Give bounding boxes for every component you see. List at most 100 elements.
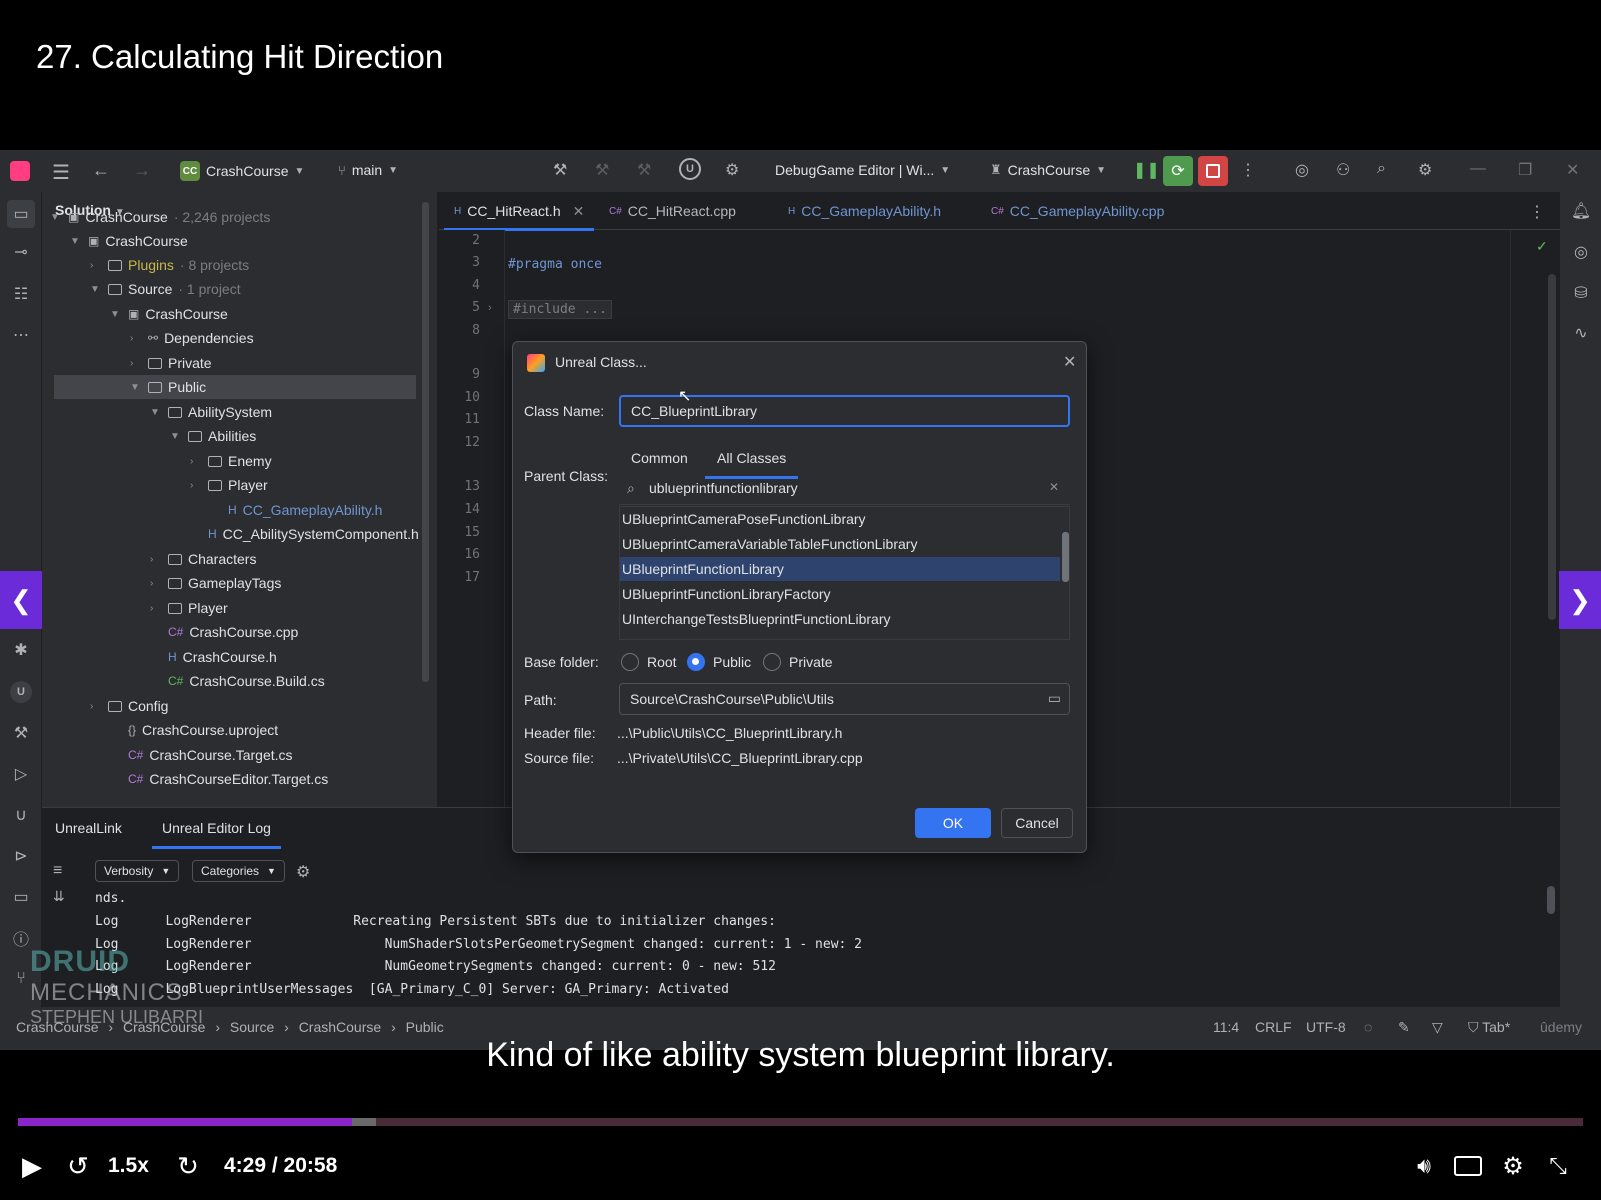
tree-row[interactable]: ▼ ▣ CrashCourse [110,302,234,326]
playback-speed[interactable]: 1.5x [108,1150,149,1182]
minimize-icon[interactable]: — [1470,160,1486,178]
branch-selector[interactable]: ⑂ main ▼ [338,162,398,178]
tab-options-icon[interactable]: ⋮ [1529,202,1545,222]
fold-arrow-icon[interactable]: › [488,302,492,314]
tree-row[interactable]: ▼ ▣ CrashCourse [70,229,194,253]
commit-icon[interactable]: ⊸ [10,241,32,263]
tree-row[interactable]: {} CrashCourse.uproject [110,718,284,742]
parent-class-search[interactable]: ⌕ ublueprintfunctionlibrary ✕ [619,473,1070,505]
breadcrumb-item[interactable]: CrashCourse [299,1019,381,1035]
categories-dropdown[interactable]: Categories ▼ [192,860,285,882]
tree-row[interactable]: › GameplayTags [150,571,287,595]
git-icon[interactable]: ⑂ [10,968,32,990]
chevron-right-icon[interactable]: › [190,456,202,467]
breadcrumb-item[interactable]: Public [406,1019,444,1035]
back-icon[interactable]: ← [92,160,110,181]
terminal-icon[interactable]: ▭ [10,886,32,908]
build-tool-icon[interactable]: ⚒ [10,722,32,744]
hot-reload-icon[interactable]: ⟳ [1163,156,1193,186]
tree-row[interactable]: › ⚯ Dependencies [130,326,260,350]
run-icon[interactable]: ▷ [10,763,32,785]
settings-icon[interactable]: ⚙ [1497,1150,1529,1182]
pause-icon[interactable]: ❚❚ [1133,160,1160,180]
list-item[interactable]: UInterchangeTestsBlueprintFunctionLibrar… [620,607,1060,631]
browse-folder-icon[interactable]: ▭ [1048,690,1061,707]
log-settings-icon[interactable]: ⚙ [296,862,310,882]
more-icon[interactable]: ⋮ [1240,160,1256,180]
project-folder-icon[interactable]: ▭ [7,200,35,228]
close-window-icon[interactable]: ✕ [1566,160,1579,180]
chevron-right-icon[interactable]: › [90,701,102,712]
clear-search-icon[interactable]: ✕ [1049,480,1059,494]
tree-row[interactable]: › Player [150,596,234,620]
tree-row[interactable]: › Characters [150,547,262,571]
tree-row[interactable]: ▼ Public [54,375,416,399]
path-input[interactable]: Source\CrashCourse\Public\Utils ▭ [619,683,1070,715]
main-menu-icon[interactable]: ☰ [52,160,70,185]
settings-icon[interactable]: ⚙ [1418,160,1432,180]
tree-row[interactable]: ▼ Source · 1 project [90,277,241,301]
clean-icon[interactable]: ⚒ [637,160,651,180]
tree-row[interactable]: ▼ ▣ CrashCourse · 2,246 projects [50,205,270,229]
line-ending[interactable]: CRLF [1255,1019,1292,1035]
soft-wrap-icon[interactable]: ≡ [53,862,62,880]
chevron-right-icon[interactable]: › [150,554,162,565]
chevron-right-icon[interactable]: › [90,260,102,271]
project-selector[interactable]: CC CrashCourse ▼ [180,161,304,181]
tab-common[interactable]: Common [631,450,688,466]
more-tools-icon[interactable]: ⋯ [10,324,32,346]
close-tab-icon[interactable]: ✕ [573,203,585,220]
tree-row[interactable]: › Plugins · 8 projects [90,253,249,277]
scroll-to-end-icon[interactable]: ⇊ [53,888,65,905]
include-fold[interactable]: #include ... [508,300,612,319]
close-icon[interactable]: ✕ [1063,352,1076,372]
chevron-down-icon[interactable]: ▼ [110,309,122,320]
structure-icon[interactable]: ☷ [10,283,32,305]
solution-scrollbar[interactable] [422,202,429,682]
tree-row[interactable]: C# CrashCourse.Target.cs [110,743,299,767]
chevron-right-icon[interactable]: › [130,333,142,344]
unreal-link-icon[interactable]: U [10,681,32,703]
captions-icon[interactable] [1452,1150,1484,1182]
add-user-icon[interactable]: ⚇ [1336,160,1350,180]
list-item[interactable]: UBlueprintCameraVariableTableFunctionLib… [620,532,1060,556]
search-input[interactable]: ublueprintfunctionlibrary [649,480,798,496]
tree-row[interactable]: › Private [130,351,218,375]
forward-icon[interactable]: → [133,160,151,181]
tree-row[interactable]: C# CrashCourseEditor.Target.cs [110,767,334,791]
play-icon[interactable]: ▶ [18,1150,46,1182]
chevron-down-icon[interactable]: ▼ [90,284,102,295]
services-icon[interactable]: ⊳ [10,845,32,867]
tree-row[interactable]: H CC_GameplayAbility.h [210,498,388,522]
hammer-icon[interactable]: ⚙ [725,160,739,180]
list-item[interactable]: UBlueprintCameraPoseFunctionLibrary [620,507,1060,531]
chevron-down-icon[interactable]: ▼ [170,431,182,442]
tree-row[interactable]: C# CrashCourse.cpp [150,620,304,644]
tree-row[interactable]: › Config [90,694,174,718]
problems-icon[interactable]: ⓘ [10,927,32,949]
chevron-down-icon[interactable]: ▼ [70,236,82,247]
base-folder-root-radio[interactable] [621,653,639,671]
indent-setting[interactable]: ⛉ Tab* [1468,1019,1510,1036]
ai-chat-icon[interactable]: ◎ [1570,241,1592,263]
stop-button[interactable] [1198,156,1228,186]
tree-row[interactable]: ▼ AbilitySystem [150,400,278,424]
inspections-icon[interactable]: ▽ [1432,1019,1443,1036]
ai-assistant-icon[interactable]: ◎ [1295,160,1309,180]
rebuild-icon[interactable]: ⚒ [595,160,609,180]
tab-cc-gameplayability-cpp[interactable]: C# CC_GameplayAbility.cpp [991,192,1164,230]
caret-position[interactable]: 11:4 [1213,1019,1239,1035]
tab-cc-hitreact-h[interactable]: H CC_HitReact.h ✕ [443,192,595,231]
chevron-right-icon[interactable]: › [190,480,202,491]
list-item[interactable]: ULightWeightInstanceBlueprintFunctionLib… [620,632,1060,639]
chevron-right-icon[interactable]: › [130,358,142,369]
exit-fullscreen-icon[interactable]: ⤡ [1542,1150,1574,1182]
profiler-icon[interactable]: ∿ [1570,322,1592,344]
base-folder-private-radio[interactable] [763,653,781,671]
tab-all-classes[interactable]: All Classes [704,450,799,479]
log-scrollbar[interactable] [1547,886,1555,914]
tree-row[interactable]: ▼ Abilities [170,424,262,448]
chevron-down-icon[interactable]: ▼ [150,407,162,418]
chevron-down-icon[interactable]: ▼ [50,212,62,223]
tree-row[interactable]: H CC_AbilitySystemComponent.h [190,522,425,546]
